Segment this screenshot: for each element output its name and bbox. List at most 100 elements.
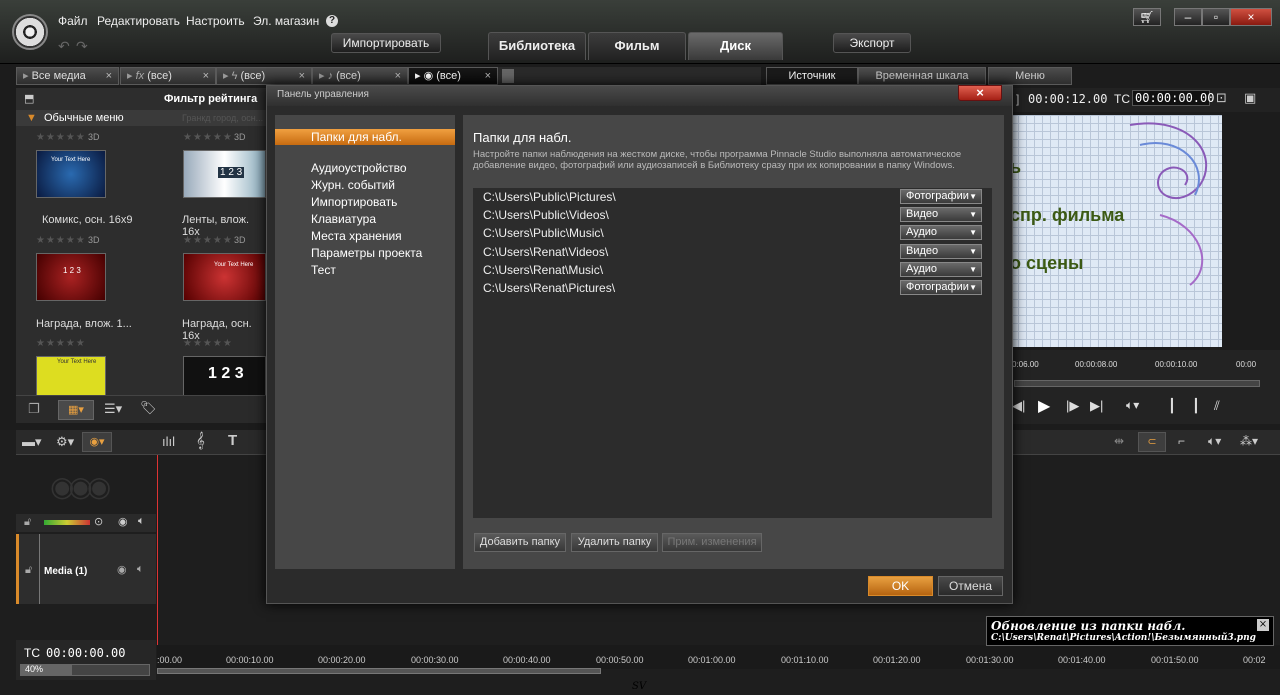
grid-view-icon[interactable]: ▦▾ [58, 400, 94, 420]
nav-storage[interactable]: Места хранения [275, 228, 455, 244]
close-app-button[interactable]: × [1230, 8, 1272, 26]
close-tab-icon[interactable]: × [106, 68, 112, 84]
close-tab-icon[interactable]: × [299, 68, 305, 84]
tab-library[interactable]: Библиотека [488, 32, 586, 60]
rating-stars[interactable]: ★★★★★ [36, 132, 86, 143]
settings-icon[interactable]: ⚙▾ [56, 434, 74, 450]
effects-wand-icon[interactable]: ⁂▾ [1240, 434, 1258, 448]
nav-keyboard[interactable]: Клавиатура [275, 211, 455, 227]
speaker-icon[interactable]: 🔈︎ [138, 515, 145, 528]
add-bookmark-icon[interactable]: ⬒ [24, 92, 34, 105]
folder-row[interactable]: C:\Users\Public\Videos\ Видео ▼ [473, 206, 992, 224]
step-forward-icon[interactable]: |▶ [1066, 398, 1079, 414]
nav-project-settings[interactable]: Параметры проекта [275, 245, 455, 261]
nav-audio-device[interactable]: Аудиоустройство [275, 160, 455, 176]
folder-row[interactable]: C:\Users\Renat\Music\ Аудио ▼ [473, 261, 992, 279]
tc-input[interactable]: 00:00:00.00 [1132, 90, 1214, 106]
list-view-icon[interactable]: ☰▾ [104, 401, 122, 417]
minimize-button[interactable]: – [1174, 8, 1202, 26]
tab-timeline[interactable]: Временная шкала [858, 67, 986, 85]
menu-thumbnail[interactable]: Your Text Here [183, 253, 266, 301]
go-end-icon[interactable]: ▶| [1090, 398, 1103, 414]
magnet-off-icon[interactable]: ⇹ [1114, 434, 1124, 448]
tab-transitions[interactable]: ▸ ϟ (все) × [216, 67, 312, 85]
tab-menu[interactable]: Меню [988, 67, 1072, 85]
rating-stars[interactable]: ★★★★★ [183, 132, 233, 143]
menu-thumbnail[interactable]: Your Text Here [36, 356, 106, 396]
ok-button[interactable]: OK [868, 576, 933, 596]
apply-changes-button[interactable]: Прим. изменения [662, 533, 762, 552]
menu-thumbnail[interactable]: 1 2 3 [183, 356, 266, 396]
folder-row[interactable]: C:\Users\Renat\Videos\ Видео ▼ [473, 243, 992, 261]
tab-disc-menus[interactable]: ▸ ◉ (все) × [408, 67, 498, 85]
redo-icon[interactable]: ↷ [76, 38, 88, 55]
tab-movie[interactable]: Фильм [588, 32, 686, 60]
close-tab-icon[interactable]: × [485, 68, 491, 84]
audio-scrub-icon[interactable]: 🔈︎▾ [1208, 434, 1221, 449]
category-header[interactable]: ▼ Обычные меню Гранкд город, осн... [16, 110, 266, 126]
fullscreen-icon[interactable]: ▣ [1244, 90, 1256, 106]
zoom-slider[interactable]: 40% [20, 664, 150, 676]
pinnacle-logo-icon[interactable] [12, 14, 48, 50]
notification-toast[interactable]: Обновление из папки набл. C:\Users\Renat… [986, 616, 1274, 646]
notification-close-icon[interactable]: × [1257, 619, 1269, 631]
title-icon[interactable]: T [228, 432, 237, 449]
close-tab-icon[interactable]: × [203, 68, 209, 84]
add-folder-button[interactable]: Добавить папку [474, 533, 566, 552]
media-type-select[interactable]: Видео ▼ [900, 207, 982, 222]
trim-icon[interactable]: ⌐ [1178, 434, 1185, 448]
audio-mixer-icon[interactable]: ılıl [162, 434, 175, 449]
magnet-icon[interactable]: ⊂ [1138, 432, 1166, 452]
tab-all-media[interactable]: ▸ Все медиа × [16, 67, 119, 85]
help-icon[interactable]: ? [326, 15, 338, 27]
mark-in-icon[interactable]: ┃ [1168, 398, 1176, 414]
scrubber-bar[interactable] [1014, 380, 1260, 387]
remove-folder-button[interactable]: Удалить папку [571, 533, 658, 552]
nav-test[interactable]: Тест [275, 262, 455, 278]
media-type-select[interactable]: Аудио ▼ [900, 225, 982, 240]
play-icon[interactable]: ▶ [1038, 396, 1050, 416]
menu-store[interactable]: Эл. магазин [253, 14, 319, 28]
tab-disc[interactable]: Диск [688, 32, 783, 60]
lock-icon[interactable]: 🔓︎ [24, 516, 31, 529]
music-icon[interactable]: 𝄞 [196, 432, 205, 449]
media-type-select[interactable]: Фотографии ▼ [900, 189, 982, 204]
menu-edit[interactable]: Редактировать [97, 14, 180, 28]
menu-thumbnail[interactable]: 1 2 3 [36, 253, 106, 301]
nav-watch-folders[interactable]: Папки для набл. [275, 129, 455, 145]
tab-music[interactable]: ▸ ♪ (все) × [312, 67, 408, 85]
new-tab-icon[interactable] [502, 69, 514, 83]
menu-thumbnail[interactable]: 1 2 3 [183, 150, 266, 198]
eye-icon[interactable]: ◉ [117, 563, 127, 576]
tags-icon[interactable]: 🏷︎ [140, 400, 157, 416]
step-back-icon[interactable]: ◀| [1012, 398, 1025, 414]
timeline-scrollbar[interactable] [157, 668, 601, 674]
split-icon[interactable]: ⫽ [1214, 398, 1220, 414]
folder-row[interactable]: C:\Users\Public\Pictures\ Фотографии ▼ [473, 188, 992, 206]
media-type-select[interactable]: Фотографии ▼ [900, 280, 982, 295]
rating-stars[interactable]: ★★★★★ [183, 338, 233, 349]
lock-icon[interactable]: 🔓︎ [25, 564, 32, 577]
export-button[interactable]: Экспорт [833, 33, 911, 53]
rating-filter[interactable]: Фильтр рейтинга [164, 93, 257, 105]
rating-stars[interactable]: ★★★★★ [36, 235, 86, 246]
media-type-select[interactable]: Видео ▼ [900, 244, 982, 259]
volume-knob-icon[interactable]: ⊙ [94, 515, 103, 528]
menu-file[interactable]: Файл [58, 14, 88, 28]
cancel-button[interactable]: Отмена [938, 576, 1003, 596]
media-type-select[interactable]: Аудио ▼ [900, 262, 982, 277]
undo-icon[interactable]: ↶ [58, 38, 70, 55]
volume-icon[interactable]: 🔈︎▾ [1126, 398, 1139, 413]
track-header-icon[interactable]: ▬▾ [22, 434, 42, 450]
cart-icon[interactable]: 🛒︎ [1133, 8, 1161, 26]
nav-import[interactable]: Импортировать [275, 194, 455, 210]
disc-menu-icon[interactable]: ◉▾ [82, 432, 112, 452]
folder-row[interactable]: C:\Users\Public\Music\ Аудио ▼ [473, 224, 992, 242]
playhead-line[interactable] [157, 455, 158, 655]
folder-row[interactable]: C:\Users\Renat\Pictures\ Фотографии ▼ [473, 279, 992, 297]
nav-event-log[interactable]: Журн. событий [275, 177, 455, 193]
mark-out-icon[interactable]: ┃ [1192, 398, 1200, 414]
close-tab-icon[interactable]: × [395, 68, 401, 84]
track-header[interactable]: 🔓︎ Media (1) ◉ 🔈︎ [16, 534, 156, 604]
menu-setup[interactable]: Настроить [186, 14, 245, 28]
